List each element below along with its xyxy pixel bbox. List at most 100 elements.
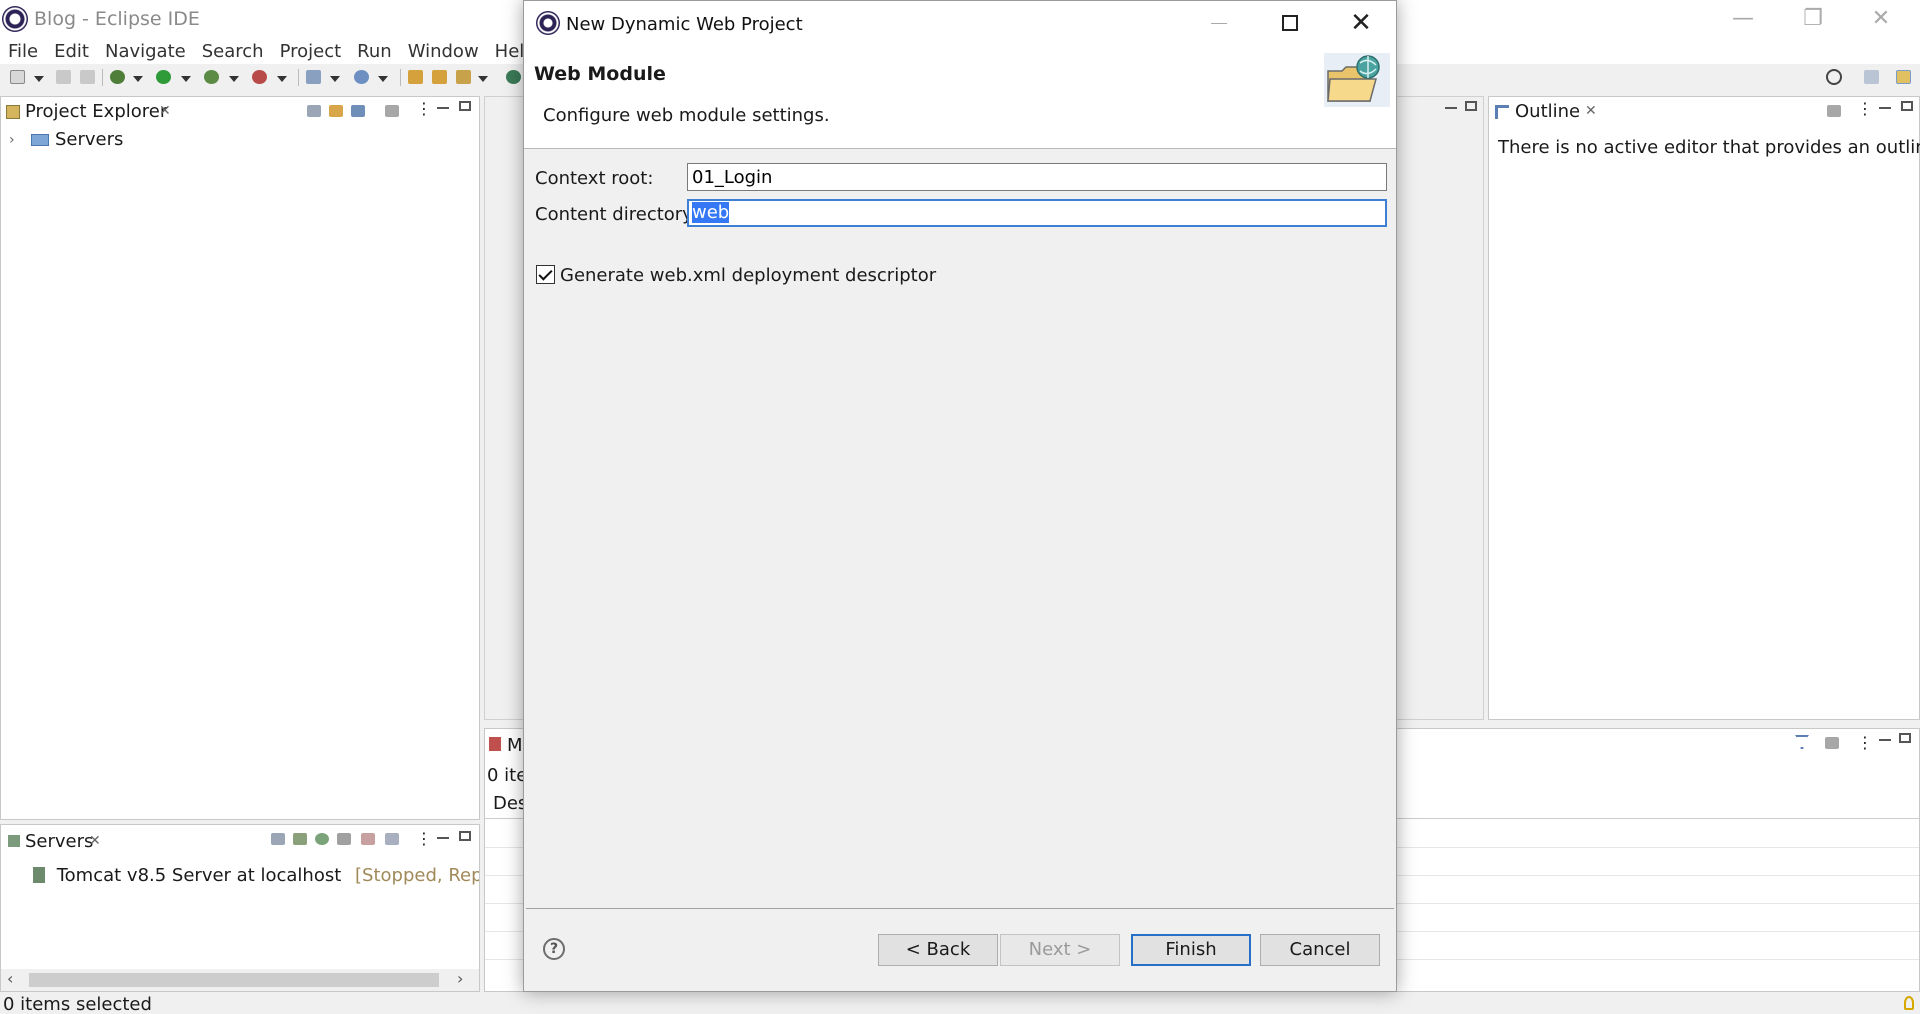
server-status: [Stopped, Republisl	[355, 865, 479, 886]
focus-icon[interactable]	[1827, 105, 1841, 117]
dialog-titlebar: New Dynamic Web Project ✕	[524, 1, 1396, 47]
wizard-header: Web Module Configure web module settings…	[524, 47, 1396, 149]
menu-file[interactable]: File	[0, 41, 46, 62]
menu-project[interactable]: Project	[272, 41, 350, 62]
search-toolbar-icon[interactable]	[456, 70, 471, 84]
cancel-button[interactable]: Cancel	[1260, 934, 1380, 966]
focus-icon[interactable]	[1825, 737, 1839, 749]
wizard-page-title: Web Module	[534, 63, 666, 85]
link-with-editor-icon[interactable]	[329, 105, 343, 117]
save-all-icon[interactable]	[80, 70, 95, 84]
stop-server-icon[interactable]	[361, 833, 375, 845]
tree-item-servers[interactable]: › Servers	[9, 129, 123, 150]
maximize-icon[interactable]	[459, 101, 471, 111]
wizard-page-description: Configure web module settings.	[543, 105, 830, 126]
menu-search[interactable]: Search	[194, 41, 272, 62]
back-button[interactable]: < Back	[878, 934, 998, 966]
new-class-dropdown-icon[interactable]	[378, 76, 388, 82]
servers-view-title[interactable]: Servers	[25, 831, 93, 852]
markers-icon	[489, 737, 501, 751]
search-icon[interactable]	[1826, 69, 1842, 85]
external-tools-icon[interactable]	[252, 70, 267, 84]
window-close-button[interactable]: ✕	[1858, 4, 1904, 34]
chevron-right-icon[interactable]: ›	[9, 132, 25, 148]
dialog-minimize-button[interactable]	[1211, 23, 1227, 24]
view-menu-icon[interactable]: ⋮	[416, 829, 432, 848]
minimize-icon[interactable]	[437, 107, 449, 109]
window-restore-button[interactable]: ❐	[1790, 4, 1836, 34]
minimize-icon[interactable]	[1879, 739, 1891, 741]
external-tools-dropdown-icon[interactable]	[277, 76, 287, 82]
server-icon	[33, 867, 45, 883]
finish-button[interactable]: Finish	[1131, 934, 1251, 966]
collapse-all-icon[interactable]	[307, 105, 321, 117]
open-perspective-icon[interactable]	[1864, 70, 1879, 84]
project-explorer-title[interactable]: Project Explorer	[25, 101, 167, 122]
content-directory-label: Content directory:	[535, 204, 698, 225]
menu-run[interactable]: Run	[349, 41, 400, 62]
focus-icon[interactable]	[385, 105, 399, 117]
new-server-dropdown-icon[interactable]	[330, 76, 340, 82]
minimize-icon[interactable]	[437, 837, 449, 839]
profile-server-icon[interactable]	[337, 833, 351, 845]
help-icon[interactable]: ?	[543, 938, 565, 960]
new-server-icon[interactable]	[306, 70, 321, 84]
next-button[interactable]: Next >	[1000, 934, 1120, 966]
java-ee-perspective-icon[interactable]	[1896, 70, 1911, 84]
debug-dropdown-icon[interactable]	[133, 76, 143, 82]
maximize-icon[interactable]	[1899, 733, 1911, 743]
run-icon[interactable]	[156, 70, 171, 84]
save-icon[interactable]	[56, 70, 71, 84]
debug-icon[interactable]	[110, 70, 125, 84]
project-explorer-close-icon[interactable]: ✕	[159, 103, 171, 119]
new-dropdown-icon[interactable]	[34, 76, 44, 82]
generate-web-xml-checkbox[interactable]	[536, 265, 555, 284]
eclipse-logo-icon	[2, 6, 28, 32]
menu-window[interactable]: Window	[400, 41, 487, 62]
search-dropdown-icon[interactable]	[478, 76, 488, 82]
server-list-item[interactable]: Tomcat v8.5 Server at localhost [Stopped…	[33, 865, 479, 886]
maximize-icon[interactable]	[1465, 101, 1477, 111]
context-root-input[interactable]	[687, 163, 1387, 191]
outline-close-icon[interactable]: ✕	[1585, 103, 1597, 119]
outline-title[interactable]: Outline	[1515, 101, 1580, 122]
maximize-icon[interactable]	[1901, 101, 1913, 111]
dialog-maximize-button[interactable]	[1282, 15, 1298, 31]
window-minimize-button[interactable]: —	[1720, 4, 1766, 34]
web-browser-icon[interactable]	[506, 70, 521, 84]
debug-server-icon[interactable]	[293, 833, 307, 845]
scroll-right-icon[interactable]: ›	[457, 969, 463, 988]
servers-view-close-icon[interactable]: ✕	[89, 833, 101, 849]
filter-icon[interactable]	[351, 105, 365, 117]
filter-icon[interactable]	[1795, 735, 1809, 749]
status-text: 0 items selected	[3, 994, 152, 1014]
new-icon[interactable]	[10, 70, 25, 84]
open-type-icon[interactable]	[408, 70, 423, 84]
run-dropdown-icon[interactable]	[181, 76, 191, 82]
open-task-icon[interactable]	[432, 70, 447, 84]
publish-icon[interactable]	[385, 833, 399, 845]
view-menu-icon[interactable]: ⋮	[416, 99, 432, 118]
tip-lightbulb-icon[interactable]	[1904, 996, 1914, 1010]
horizontal-scrollbar[interactable]: ‹ ›	[1, 969, 479, 991]
view-menu-icon[interactable]: ⋮	[1857, 99, 1873, 118]
minimize-icon[interactable]	[1879, 107, 1891, 109]
maximize-icon[interactable]	[459, 831, 471, 841]
start-server-icon[interactable]	[315, 833, 329, 845]
content-directory-input[interactable]: web	[687, 199, 1387, 227]
new-class-icon[interactable]	[354, 70, 369, 84]
coverage-dropdown-icon[interactable]	[229, 76, 239, 82]
toolbar-separator	[298, 69, 299, 86]
markers-tab-label[interactable]: M	[507, 735, 523, 756]
outline-empty-message: There is no active editor that provides …	[1498, 137, 1920, 158]
minimize-icon[interactable]	[1445, 107, 1457, 109]
dialog-close-button[interactable]: ✕	[1344, 7, 1378, 39]
scrollbar-thumb[interactable]	[29, 973, 439, 987]
view-menu-icon[interactable]: ⋮	[1857, 733, 1873, 752]
menu-navigate[interactable]: Navigate	[97, 41, 194, 62]
scroll-left-icon[interactable]: ‹	[7, 969, 13, 988]
coverage-icon[interactable]	[204, 70, 219, 84]
generate-web-xml-label[interactable]: Generate web.xml deployment descriptor	[560, 265, 936, 286]
collapse-all-icon[interactable]	[271, 833, 285, 845]
menu-edit[interactable]: Edit	[46, 41, 97, 62]
